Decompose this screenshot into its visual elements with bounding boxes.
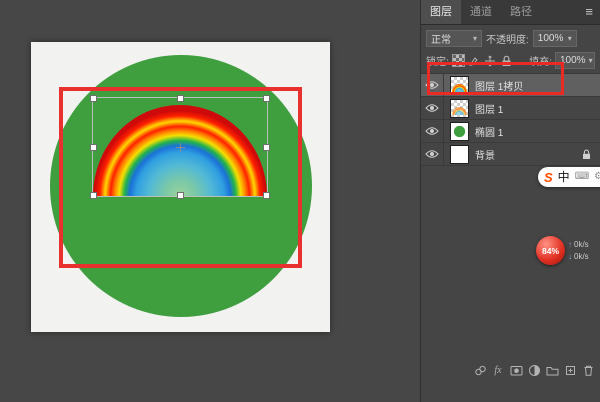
opacity-label: 不透明度: — [486, 31, 529, 46]
layer-name[interactable]: 图层 1 — [475, 101, 503, 116]
layer-row-layer1[interactable]: 图层 1 — [421, 97, 600, 120]
visibility-eye-icon[interactable] — [421, 143, 444, 165]
layer-thumbnail[interactable] — [451, 123, 468, 140]
upload-arrow-icon: ↑ — [568, 240, 572, 249]
blend-options-row: 正常 ▾ 不透明度: 100% ▾ — [421, 25, 600, 50]
layer-style-fx-icon[interactable]: fx — [491, 363, 505, 377]
blend-mode-value: 正常 — [431, 31, 451, 46]
download-speed-value: 0k/s — [574, 252, 589, 261]
transform-handle-w[interactable] — [90, 144, 97, 151]
ime-keyboard-icon[interactable]: ⌨ — [575, 172, 589, 182]
layer-row-background[interactable]: 背景 — [421, 143, 600, 166]
layer-thumbnail[interactable] — [451, 100, 468, 117]
background-lock-icon — [582, 149, 591, 160]
panel-menu-icon[interactable]: ≡ — [578, 0, 600, 24]
blend-mode-select[interactable]: 正常 ▾ — [426, 30, 482, 47]
layers-panel: 图层 通道 路径 ≡ 正常 ▾ 不透明度: 100% ▾ 锁定: — [420, 0, 600, 402]
ime-logo-icon[interactable]: S — [544, 171, 553, 184]
visibility-eye-icon[interactable] — [421, 97, 444, 119]
transform-handle-nw[interactable] — [90, 95, 97, 102]
ime-status-bar[interactable]: S 中 ⌨ ⚙ — [538, 167, 600, 187]
layer-name[interactable]: 背景 — [475, 147, 495, 162]
transform-handle-ne[interactable] — [263, 95, 270, 102]
transform-handle-n[interactable] — [177, 95, 184, 102]
tab-paths[interactable]: 路径 — [501, 0, 541, 24]
chevron-down-icon: ▾ — [568, 34, 572, 43]
upload-speed-row: ↑0k/s — [568, 239, 589, 251]
add-layer-mask-icon[interactable] — [509, 363, 523, 377]
upload-speed-value: 0k/s — [574, 240, 589, 249]
performance-percent: 84% — [542, 246, 559, 256]
photoshop-workspace: 图层 通道 路径 ≡ 正常 ▾ 不透明度: 100% ▾ 锁定: — [0, 0, 600, 402]
rainbow-thumbnail-art — [452, 107, 467, 115]
new-layer-icon[interactable] — [563, 363, 577, 377]
opacity-select[interactable]: 100% ▾ — [533, 30, 577, 47]
transform-handle-e[interactable] — [263, 144, 270, 151]
layer-name[interactable]: 椭圆 1 — [475, 124, 503, 139]
link-layers-icon[interactable] — [473, 363, 487, 377]
transform-bounding-box[interactable] — [92, 97, 268, 197]
tab-channels[interactable]: 通道 — [461, 0, 501, 24]
layer-row-ellipse1[interactable]: 椭圆 1 — [421, 120, 600, 143]
network-speed-widget: ↑0k/s ↓0k/s — [568, 239, 589, 263]
visibility-eye-icon[interactable] — [421, 120, 444, 142]
new-group-folder-icon[interactable] — [545, 363, 559, 377]
document-canvas[interactable] — [31, 42, 330, 332]
transform-handle-sw[interactable] — [90, 192, 97, 199]
layers-panel-bottom-bar: fx — [421, 360, 600, 380]
ime-settings-gear-icon[interactable]: ⚙ — [594, 172, 600, 182]
chevron-down-icon: ▾ — [473, 34, 477, 43]
red-annotation-selected-layer — [427, 62, 564, 95]
download-arrow-icon: ↓ — [568, 252, 572, 261]
download-speed-row: ↓0k/s — [568, 251, 589, 263]
transform-handle-s[interactable] — [177, 192, 184, 199]
opacity-value: 100% — [538, 33, 564, 44]
tab-layers[interactable]: 图层 — [421, 0, 461, 24]
transform-center-point-icon — [176, 143, 185, 152]
panel-tab-bar: 图层 通道 路径 ≡ — [421, 0, 600, 25]
performance-ball-widget[interactable]: 84% — [536, 236, 565, 265]
delete-layer-trash-icon[interactable] — [581, 363, 595, 377]
layer-thumbnail[interactable] — [451, 146, 468, 163]
ime-mode-indicator[interactable]: 中 — [558, 171, 570, 183]
transform-handle-se[interactable] — [263, 192, 270, 199]
chevron-down-icon: ▾ — [589, 56, 593, 65]
adjustment-layer-icon[interactable] — [527, 363, 541, 377]
